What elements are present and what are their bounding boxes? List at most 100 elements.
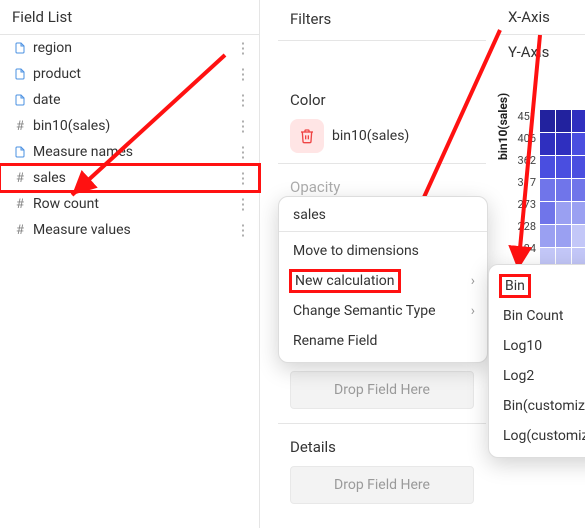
chevron-right-icon: › [471,303,475,319]
trash-icon [299,128,315,144]
heatmap-cell [572,133,585,155]
context-menu-title: sales [279,197,487,231]
submenu-item-label: Bin(customize) [503,398,585,414]
heatmap-cell [556,179,571,201]
y-tick: 273 [512,194,536,216]
heatmap-cell [540,110,555,132]
y-tick: 228 [512,216,536,238]
color-title: Color [278,81,486,115]
menu-item-move-to-dimensions[interactable]: Move to dimensions [279,236,487,266]
y-tick: 362 [512,150,536,172]
file-icon [14,41,26,55]
submenu-item-log2[interactable]: Log2 [489,361,585,391]
yaxis-title: Y-Axis [498,35,585,69]
details-title: Details [278,428,486,462]
heatmap-preview: bin10(sales) 451406362317273228184 [498,100,585,270]
field-item-measure-names[interactable]: Measure names ⋮ [0,139,259,165]
y-tick: 184 [512,238,536,260]
field-item-row-count[interactable]: # Row count ⋮ [0,191,259,217]
field-context-menu: sales Move to dimensions New calculation ›… [278,196,488,363]
field-item-bin10-sales-[interactable]: # bin10(sales) ⋮ [0,113,259,139]
hash-icon: # [14,171,26,185]
details-dropzone[interactable]: Drop Field Here [290,466,474,504]
heatmap-cell [572,179,585,201]
heatmap-cell [540,179,555,201]
heatmap-cell [540,225,555,247]
y-tick: 406 [512,128,536,150]
field-label: bin10(sales) [33,118,110,134]
more-vertical-icon[interactable]: ⋮ [235,197,251,212]
heatmap-cell [572,225,585,247]
submenu-item-log10[interactable]: Log10 [489,331,585,361]
more-vertical-icon[interactable]: ⋮ [235,119,251,134]
more-vertical-icon[interactable]: ⋮ [235,93,251,108]
more-vertical-icon[interactable]: ⋮ [235,223,251,238]
y-tick: 451 [512,106,536,128]
heatmap-cell [556,156,571,178]
submenu-item-label: Bin [503,278,527,294]
field-list-panel: Field List region ⋮ product ⋮ date ⋮ # bin10(sa… [0,0,260,528]
hash-icon: # [14,119,26,133]
heatmap-cell [572,156,585,178]
heatmap-cell [540,202,555,224]
field-label: sales [33,170,66,186]
more-vertical-icon[interactable]: ⋮ [235,67,251,82]
file-icon [14,67,26,81]
field-item-region[interactable]: region ⋮ [0,35,259,61]
filters-title: Filters [278,0,486,34]
more-vertical-icon[interactable]: ⋮ [235,145,251,160]
menu-item-new-calculation[interactable]: New calculation › [279,266,487,296]
heatmap-cell [540,133,555,155]
menu-item-label: New calculation [293,273,397,289]
color-pill-label[interactable]: bin10(sales) [332,128,409,144]
more-vertical-icon[interactable]: ⋮ [235,41,251,56]
menu-item-change-semantic-type[interactable]: Change Semantic Type › [279,296,487,326]
menu-item-rename-field[interactable]: Rename Field [279,326,487,356]
submenu-item-bin[interactable]: Bin [489,271,585,301]
shape-dropzone[interactable]: Drop Field Here [290,371,474,409]
heatmap-cell [556,225,571,247]
field-item-date[interactable]: date ⋮ [0,87,259,113]
field-label: Measure names [33,144,133,160]
xaxis-title: X-Axis [498,0,585,35]
heatmap-cell [572,110,585,132]
field-label: region [33,40,72,56]
delete-pill-button[interactable] [290,119,324,153]
file-icon [14,93,26,107]
more-vertical-icon[interactable]: ⋮ [235,171,251,186]
chevron-right-icon: › [471,273,475,289]
submenu-item-label: Log(customize) [503,428,585,444]
heatmap-y-ticks: 451406362317273228184 [512,106,536,260]
menu-item-label: Move to dimensions [293,243,419,259]
field-label: Row count [33,196,99,212]
heatmap-cell [540,156,555,178]
field-label: Measure values [33,222,131,238]
submenu-item-bin-count[interactable]: Bin Count [489,301,585,331]
field-item-measure-values[interactable]: # Measure values ⋮ [0,217,259,243]
submenu-item-log-customize-[interactable]: Log(customize) [489,421,585,451]
color-pill-row: bin10(sales) [278,115,486,157]
submenu-item-label: Bin Count [503,308,563,324]
field-label: date [33,92,61,108]
submenu-item-label: Log10 [503,338,542,354]
heatmap-grid [540,110,585,270]
heatmap-cell [556,110,571,132]
field-list-body: region⋮product⋮date⋮#bin10(sales)⋮Measur… [0,35,259,243]
field-item-sales[interactable]: # sales ⋮ [0,165,259,191]
field-item-product[interactable]: product ⋮ [0,61,259,87]
file-icon [14,145,26,159]
new-calc-submenu: Bin Bin Count Log10 Log2 Bin(customize) Log(c… [488,264,585,458]
y-tick: 317 [512,172,536,194]
field-label: product [33,66,81,82]
divider [279,231,487,232]
heatmap-y-axis-label: bin10(sales) [496,93,510,160]
hash-icon: # [14,223,26,237]
heatmap-cell [556,133,571,155]
hash-icon: # [14,197,26,211]
heatmap-cell [556,202,571,224]
heatmap-cell [572,202,585,224]
menu-item-label: Rename Field [293,333,377,349]
field-list-title: Field List [0,0,259,35]
menu-item-label: Change Semantic Type [293,303,436,319]
submenu-item-bin-customize-[interactable]: Bin(customize) [489,391,585,421]
